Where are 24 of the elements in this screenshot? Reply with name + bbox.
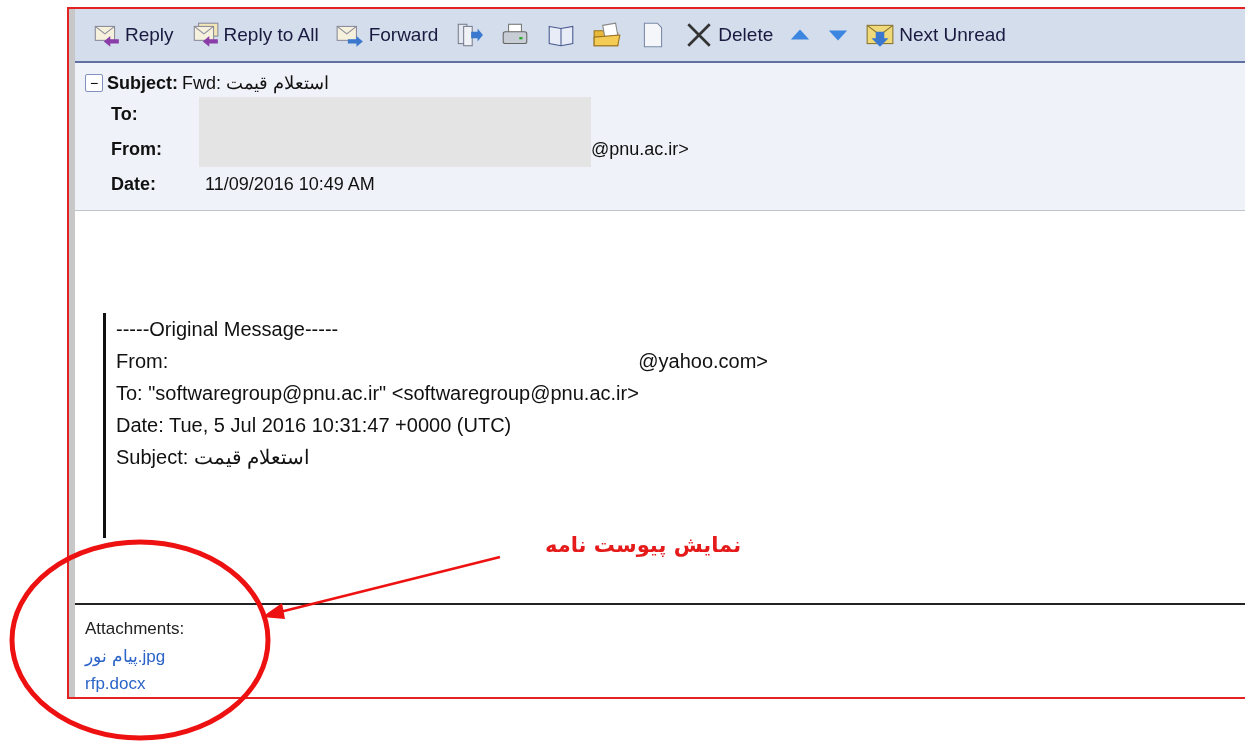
subject-label: Subject:	[107, 72, 178, 94]
annotation-text: نمایش پیوست نامه	[545, 533, 742, 557]
toolbar-button[interactable]: Forward	[328, 20, 445, 50]
quoted-line: -----Original Message-----	[116, 318, 339, 340]
field-label: To:	[111, 104, 139, 125]
toolbar-button[interactable]: Next Unread	[859, 20, 1012, 50]
toolbar-button[interactable]: Reply	[85, 20, 180, 50]
quoted-line: @yahoo.com>	[638, 350, 769, 372]
quoted-line: From:	[116, 350, 169, 372]
subject-text: Fwd: استعلام قیمت	[182, 72, 330, 94]
attachments-label: Attachments:	[85, 618, 186, 640]
attachment-link[interactable]: پیام نور.jpg	[85, 643, 166, 670]
toolbar-button[interactable]: Delete	[678, 20, 780, 50]
folder-icon	[592, 22, 623, 48]
field-value: @pnu.ac.ir>	[591, 139, 689, 160]
field-value: 11/09/2016 10:49 AM	[205, 174, 375, 195]
quoted-line: Subject: استعلام قیمت	[116, 446, 311, 468]
attachment-link[interactable]: rfp.docx	[85, 670, 146, 697]
field-label: From:	[111, 139, 163, 160]
quoted-line: Date: Tue, 5 Jul 2016 10:31:47 +0000 (UTC)	[116, 414, 512, 436]
field-label: Date:	[111, 174, 157, 195]
toolbar-button[interactable]: Reply to All	[183, 20, 325, 50]
collapse-button[interactable]: −	[85, 74, 103, 92]
quoted-line: To: "softwaregroup@pnu.ac.ir" <softwaregroup@pnu.ac.ir>	[116, 382, 639, 404]
